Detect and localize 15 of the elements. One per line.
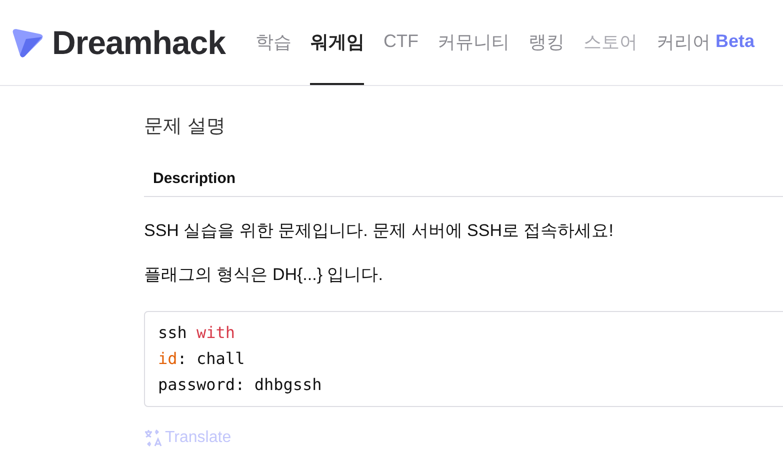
nav-tab[interactable]: CTF (383, 0, 418, 85)
logo-wordmark[interactable]: Dreamhack (52, 24, 226, 62)
description-tab[interactable]: Description (153, 170, 236, 187)
nav-tab[interactable]: 랭킹 (528, 0, 564, 85)
nav-tab[interactable]: 커뮤니티 (437, 0, 510, 85)
code-line: id: chall (158, 348, 245, 370)
nav-tab[interactable]: 커리어 Beta (656, 0, 754, 85)
section-title: 문제 설명 (144, 115, 226, 139)
description-text: 플래그의 형식은 DH{...} 입니다. (144, 264, 384, 286)
code-line: password: dhbgssh (158, 374, 322, 396)
translate-icon (144, 429, 162, 447)
nav-tab[interactable]: 학습 (255, 0, 292, 85)
code-line: ssh with (158, 322, 236, 344)
nav-tab[interactable]: 워게임 (310, 0, 364, 85)
description-text: SSH 실습을 위한 문제입니다. 문제 서버에 SSH로 접속하세요! (144, 220, 614, 242)
